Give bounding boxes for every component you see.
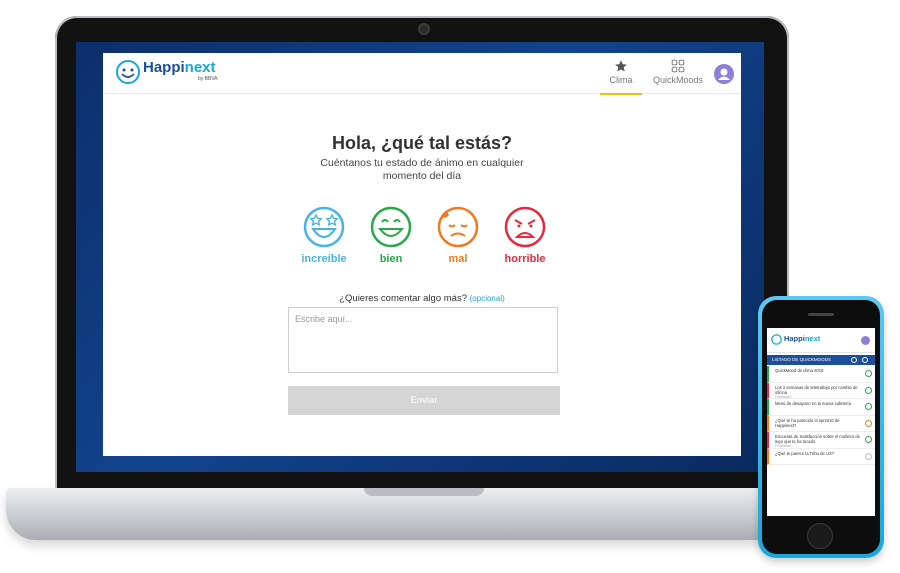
quickmoods-list-header: LISTADO DE QUICKMOODS	[767, 355, 875, 365]
mood-status-icon	[865, 370, 872, 377]
tab-quickmoods-label: QuickMoods	[652, 75, 704, 85]
user-icon	[718, 68, 730, 80]
mood-status-icon	[865, 403, 872, 410]
filter-icon[interactable]	[862, 357, 868, 363]
mood-bien[interactable]: bien	[361, 205, 421, 265]
comment-question: ¿Quieres comentar algo más? (opcional)	[339, 293, 505, 304]
tab-clima-label: Clima	[609, 75, 633, 85]
happinext-logo-icon	[771, 334, 782, 345]
star-eyes-face-icon	[303, 206, 345, 248]
phone-screen: Happinext LISTADO DE QUICKMOODS QuickMoo…	[767, 328, 875, 516]
send-button[interactable]: Enviar	[288, 386, 560, 415]
mood-mal[interactable]: mal	[428, 205, 488, 265]
list-item[interactable]: ¿Qué te parece la Tribu de UX?	[767, 448, 875, 465]
grid-icon	[671, 59, 685, 73]
phone-brand-name: Happinext	[784, 334, 821, 343]
avatar[interactable]	[714, 64, 734, 84]
quickmoods-list: QuickMood de clima 2019 Los 2 semanas de…	[767, 366, 875, 465]
list-item[interactable]: Menú de desayuno en la nueva cafetería	[767, 399, 875, 416]
tab-quickmoods[interactable]: QuickMoods	[651, 59, 705, 93]
play-icon[interactable]	[851, 357, 857, 363]
page-title: Hola, ¿qué tal estás?	[331, 133, 513, 153]
smile-face-icon	[370, 206, 412, 248]
brand-sub: by BBVA	[198, 76, 218, 82]
mood-status-icon	[865, 452, 872, 460]
mood-label: horrible	[504, 253, 546, 265]
sad-face-icon	[437, 206, 479, 248]
mood-status-icon	[865, 419, 872, 427]
mood-status-icon	[865, 436, 872, 443]
happinext-app: Happinext by BBVA Clima QuickMoods Hola,…	[103, 53, 741, 456]
list-item[interactable]: Los 2 semanas de teletrabajo por cambio …	[767, 382, 875, 399]
mood-label: mal	[448, 253, 468, 265]
star-icon	[615, 60, 627, 72]
list-item[interactable]: QuickMood de clima 2019	[767, 366, 875, 383]
speaker-icon	[808, 313, 834, 316]
mood-horrible[interactable]: horrible	[495, 205, 555, 265]
mood-label: bien	[379, 253, 403, 265]
camera-icon	[420, 25, 428, 33]
happinext-logo-icon	[116, 60, 140, 84]
app-header: Happinext by BBVA Clima QuickMoods	[103, 53, 741, 95]
laptop-notch	[364, 488, 484, 496]
tab-clima[interactable]: Clima	[600, 59, 642, 95]
comment-textarea[interactable]: Escribe aquí...	[288, 307, 558, 373]
optional-label: (opcional)	[469, 294, 505, 303]
brand-name: Happinext	[143, 59, 216, 76]
list-item[interactable]: ¿Qué te ha parecido el sprint10 de Happi…	[767, 415, 875, 432]
mood-status-icon	[865, 386, 872, 394]
mood-increible[interactable]: increíble	[294, 205, 354, 265]
phone-header: Happinext	[767, 328, 875, 353]
home-button-icon	[808, 524, 832, 548]
page-subtitle: Cuéntanos tu estado de ánimo en cualquie…	[320, 157, 524, 182]
angry-face-icon	[504, 206, 546, 248]
list-item[interactable]: Encuesta de Satisfacción sobre el muñeco…	[767, 432, 875, 449]
phone-avatar[interactable]	[861, 336, 870, 345]
mood-label: increíble	[301, 253, 347, 265]
